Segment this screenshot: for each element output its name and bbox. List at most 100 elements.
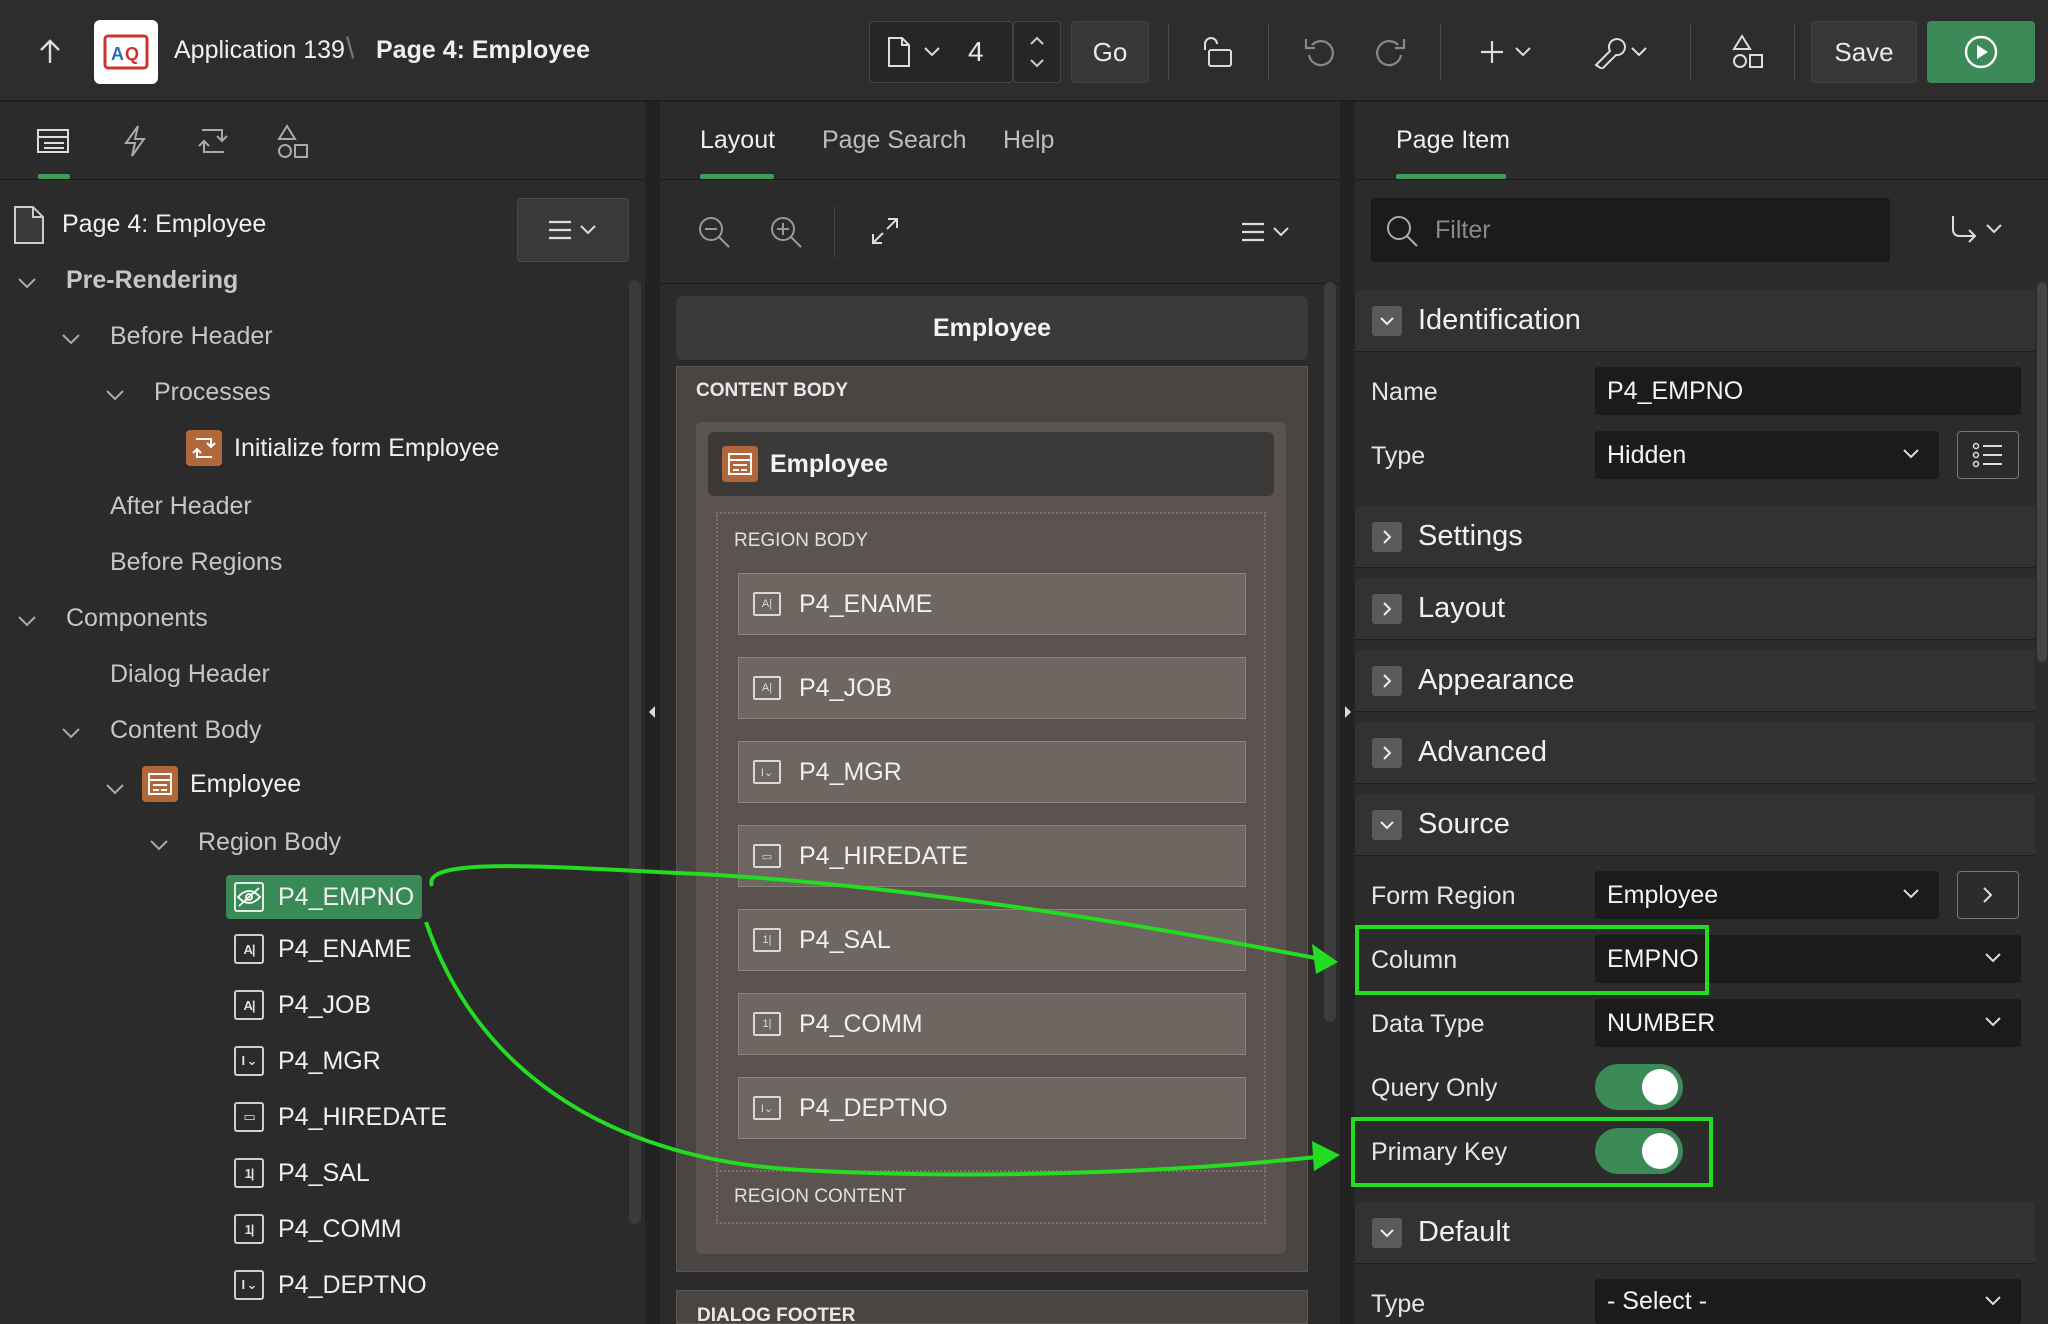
run-page-button[interactable] [1927,21,2035,83]
tree-item-sal[interactable]: 1| P4_SAL [234,1158,370,1188]
calendar-icon: ▭ [234,1102,264,1132]
filter-input[interactable]: Filter [1371,198,1890,262]
tree-dialog-header[interactable]: Dialog Header [110,660,270,689]
tree-item-comm[interactable]: 1| P4_COMM [234,1214,402,1244]
zoom-in-icon[interactable] [768,214,804,250]
page-selector[interactable]: 4 [869,21,1013,83]
tree-scrollbar[interactable] [629,280,641,1224]
layout-item-deptno[interactable]: I⌄ P4_DEPTNO [738,1077,1246,1139]
default-type-select[interactable]: - Select - [1595,1279,2021,1324]
collapse-left-icon[interactable] [647,704,657,720]
expand-icon[interactable] [870,216,900,246]
layout-item-sal[interactable]: 1| P4_SAL [738,909,1246,971]
type-select[interactable]: Hidden [1595,431,1939,479]
property-scrollbar[interactable] [2037,282,2047,662]
tab-page-item[interactable]: Page Item [1396,126,1510,155]
go-button[interactable]: Go [1071,21,1149,83]
rendering-tab-icon[interactable] [36,128,70,154]
type-list-button[interactable] [1957,431,2019,479]
chevron-down-icon[interactable] [148,834,170,856]
utilities-menu[interactable] [1590,25,1652,79]
top-toolbar: AQ Application 139 \ Page 4: Employee 4 … [0,0,2048,102]
tree-content-body[interactable]: Content Body [110,716,262,745]
redo-icon[interactable] [1366,25,1414,79]
chevron-down-icon[interactable] [104,778,126,800]
layout-item-hiredate[interactable]: ▭ P4_HIREDATE [738,825,1246,887]
dialog-footer-zone[interactable]: DIALOG FOOTER [676,1290,1308,1324]
play-icon [1964,35,1998,69]
section-source[interactable]: Source [1355,794,2035,856]
region-content-label: REGION CONTENT [734,1186,907,1207]
tree-item-deptno[interactable]: I ⌄ P4_DEPTNO [234,1270,427,1300]
layout-item-comm[interactable]: 1| P4_COMM [738,993,1246,1055]
chevron-down-icon[interactable] [1029,57,1045,69]
section-settings[interactable]: Settings [1355,506,2035,568]
section-appearance[interactable]: Appearance [1355,650,2035,712]
undo-icon[interactable] [1296,25,1344,79]
chevron-down-icon[interactable] [16,610,38,632]
tree-item-hiredate[interactable]: ▭ P4_HIREDATE [234,1102,447,1132]
collapse-right-icon[interactable] [1343,704,1353,720]
lightning-icon[interactable] [122,124,148,158]
tree-item-empno[interactable]: P4_EMPNO [226,875,423,919]
tab-page-search[interactable]: Page Search [822,126,967,155]
tree-item-label: P4_HIREDATE [278,1102,448,1131]
name-field[interactable]: P4_EMPNO [1595,367,2021,415]
tree-pre-rendering[interactable]: Pre-Rendering [66,266,238,295]
chevron-down-icon[interactable] [60,722,82,744]
shared-components-icon[interactable] [1724,25,1772,79]
layout-region-title[interactable]: Employee [708,432,1274,496]
form-region-label: Form Region [1371,882,1516,910]
plus-icon [1481,41,1531,63]
shapes-icon[interactable] [276,124,310,160]
section-advanced[interactable]: Advanced [1355,722,2035,784]
tree-components[interactable]: Components [66,604,208,633]
form-region-select[interactable]: Employee [1595,871,1939,919]
go-to-region-button[interactable] [1957,871,2019,919]
chevron-down-icon[interactable] [104,384,126,406]
section-layout[interactable]: Layout [1355,578,2035,640]
processing-icon[interactable] [196,126,230,156]
tab-layout[interactable]: Layout [700,126,775,155]
tree-before-regions[interactable]: Before Regions [110,548,282,577]
tree-region-employee[interactable]: Employee [142,766,301,802]
tree-after-header[interactable]: After Header [110,492,252,521]
data-type-select[interactable]: NUMBER [1595,999,2021,1047]
page-stepper[interactable] [1013,21,1061,83]
up-arrow-icon[interactable] [30,25,70,79]
unlock-icon[interactable] [1194,25,1242,79]
section-default[interactable]: Default [1355,1202,2035,1264]
tree-before-header[interactable]: Before Header [110,322,273,351]
left-splitter[interactable] [645,102,660,1324]
layout-item-ename[interactable]: A| P4_ENAME [738,573,1246,635]
tree-region-body[interactable]: Region Body [198,828,341,857]
query-only-toggle[interactable] [1595,1064,1683,1110]
app-name-link[interactable]: Application 139 [174,36,345,65]
section-identification[interactable]: Identification [1355,290,2035,352]
save-button[interactable]: Save [1811,21,1917,83]
create-menu[interactable] [1478,25,1538,79]
tree-init-process[interactable]: Initialize form Employee [186,430,499,466]
tree-processes[interactable]: Processes [154,378,271,407]
tree-item-mgr[interactable]: I ⌄ P4_MGR [234,1046,381,1076]
section-title: Identification [1418,304,1581,336]
tree-item-job[interactable]: A| P4_JOB [234,990,371,1020]
layout-scrollbar[interactable] [1324,282,1336,1022]
name-label: Name [1371,378,1438,406]
zoom-out-icon[interactable] [696,214,732,250]
chevron-up-icon[interactable] [1029,35,1045,47]
menu-icon[interactable] [1238,220,1294,244]
tab-help[interactable]: Help [1003,126,1054,155]
layout-item-mgr[interactable]: I⌄ P4_MGR [738,741,1246,803]
layout-page-header[interactable]: Employee [676,296,1308,360]
go-to-group-icon[interactable] [1947,214,2007,246]
tree-root[interactable]: Page 4: Employee [62,210,266,239]
chevron-down-icon[interactable] [16,272,38,294]
tree-item-ename[interactable]: A| P4_ENAME [234,934,411,964]
layout-item-job[interactable]: A| P4_JOB [738,657,1246,719]
chevron-down-icon[interactable] [60,328,82,350]
calendar-icon: ▭ [753,844,781,868]
tree-menu-button[interactable] [517,198,629,262]
app-logo-icon[interactable]: AQ [94,20,158,84]
page-number-input[interactable]: 4 [968,36,984,68]
